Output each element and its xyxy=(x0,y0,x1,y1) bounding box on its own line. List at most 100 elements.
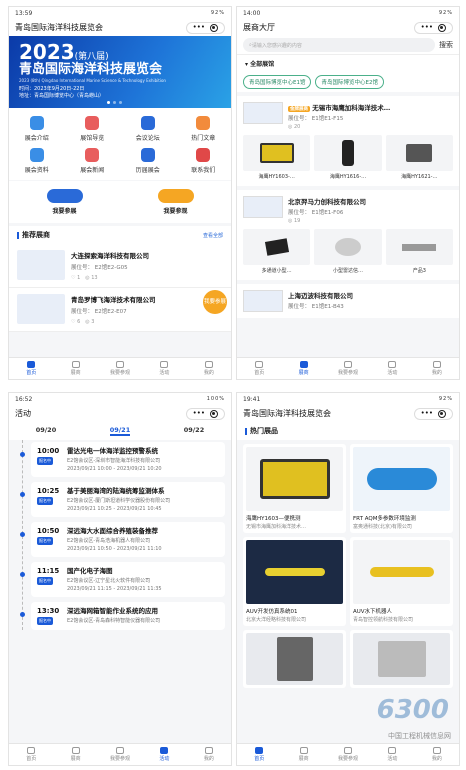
product-card[interactable] xyxy=(243,630,346,688)
float-exhibit-button[interactable]: 我要参展 xyxy=(203,290,227,314)
menu-forum[interactable]: 会议论坛 xyxy=(120,116,176,142)
page-title: 活动 xyxy=(15,409,31,418)
product-card[interactable]: 海鹰HY1603—便携测 无锡市海鹰加科海洋技术… xyxy=(243,444,346,533)
menu-articles[interactable]: 热门文章 xyxy=(176,116,232,142)
exhibitor-item[interactable]: 上海迈波科技有限公司 展位号： E1馆E1-B43 xyxy=(237,284,459,318)
product-thumb[interactable]: 产品3 xyxy=(385,229,453,274)
register-bar: 我要参展 我要参观 xyxy=(9,181,231,223)
product-card[interactable]: FRT AQM多参数环境监测 富奥通科技(北京)有限公司 xyxy=(350,444,453,533)
miniapp-capsule[interactable]: ••• xyxy=(413,21,453,34)
nav-exhibitors[interactable]: 展商 xyxy=(281,358,325,379)
more-icon[interactable]: ••• xyxy=(193,410,205,417)
event-item[interactable]: 13:30 报名中 深远海网箱智能作业系统的应用 E2馆会议区-青岛森科特智能仪器有限… xyxy=(20,602,225,630)
product-name: 海鹰HY1603—便携测 xyxy=(246,516,301,522)
docs-icon xyxy=(29,148,44,162)
events-icon xyxy=(388,747,397,754)
event-item[interactable]: 10:50 报名中 深远海大水面综合养殖装备推荐 E2馆会议区-青岛浩海机器人有限公司… xyxy=(20,522,225,557)
nav-me[interactable]: 我的 xyxy=(187,358,231,379)
menu-history[interactable]: 历届展会 xyxy=(120,148,176,174)
hall-e2[interactable]: 青岛国际博览中心E2馆 xyxy=(315,75,384,89)
date-tab[interactable]: 09/20 xyxy=(36,426,56,436)
banner[interactable]: 2023(第八届) 青岛国际海洋科技展览会 2023 (8th) Qingdao… xyxy=(9,36,231,108)
nav-visit[interactable]: 我要参观 xyxy=(326,744,370,765)
product-image xyxy=(385,229,453,265)
product-thumb[interactable]: 海鹰HY1621-… xyxy=(385,135,453,180)
miniapp-capsule[interactable]: ••• xyxy=(413,407,453,420)
menu-news[interactable]: 展会新闻 xyxy=(65,148,121,174)
miniapp-capsule[interactable]: ••• xyxy=(185,407,225,420)
visit-button[interactable]: 我要参观 xyxy=(157,189,194,215)
menu-contact[interactable]: 联系我们 xyxy=(176,148,232,174)
product-thumb[interactable]: 海鹰HY1616-… xyxy=(314,135,382,180)
company-name: 无锡市海鹰加科海洋技术… xyxy=(312,104,391,112)
miniapp-capsule[interactable]: ••• xyxy=(185,21,225,34)
close-icon[interactable] xyxy=(438,23,446,32)
close-icon[interactable] xyxy=(210,409,218,418)
nav-exhibitors[interactable]: 展商 xyxy=(281,744,325,765)
hall-filter[interactable]: ▾ 全部展馆 xyxy=(237,54,459,72)
nav-events[interactable]: 活动 xyxy=(370,744,414,765)
nav-visit[interactable]: 我要参观 xyxy=(98,358,142,379)
exhibit-button[interactable]: 我要参展 xyxy=(46,189,83,215)
app-header: 展商大厅 ••• xyxy=(237,19,459,36)
close-icon[interactable] xyxy=(210,23,218,32)
event-title: 基于美丽海湾的陆海统筹监测体系 xyxy=(67,487,165,495)
company-logo xyxy=(17,250,65,280)
nav-exhibitors[interactable]: 展商 xyxy=(53,358,97,379)
hall-e1[interactable]: 青岛国际博览中心E1馆 xyxy=(243,75,312,89)
search-input[interactable]: ⌕ 请输入您感兴趣的内容 xyxy=(243,38,435,52)
nav-visit[interactable]: 我要参观 xyxy=(98,744,142,765)
nav-events[interactable]: 活动 xyxy=(142,358,186,379)
nav-events[interactable]: 活动 xyxy=(370,358,414,379)
nav-home[interactable]: 首页 xyxy=(237,744,281,765)
nav-home[interactable]: 首页 xyxy=(9,358,53,379)
more-icon[interactable]: ••• xyxy=(193,24,205,31)
nav-me[interactable]: 我的 xyxy=(415,358,459,379)
search-button[interactable]: 搜索 xyxy=(439,40,453,50)
nav-home[interactable]: 首页 xyxy=(237,358,281,379)
exhibitor-card[interactable]: 青岛罗博飞海洋技术有限公司 展位号： E2馆E2-E07 ♡ 6 ◎ 3 我要参展 xyxy=(9,288,231,332)
nav-visit[interactable]: 我要参观 xyxy=(326,358,370,379)
date-tabs: 09/20 09/21 09/22 xyxy=(9,422,231,440)
company-name: 大连探索海洋科技有限公司 xyxy=(71,252,149,260)
nav-events[interactable]: 活动 xyxy=(142,744,186,765)
event-item[interactable]: 11:15 报名中 国产化电子海图 E2馆会议区-辽宁星北火软件有限公司 2023/09… xyxy=(20,562,225,597)
event-location: E2馆会议区-辽宁星北火软件有限公司 xyxy=(67,578,151,584)
visit-icon xyxy=(116,747,125,754)
date-tab-active[interactable]: 09/21 xyxy=(109,426,131,436)
home-icon xyxy=(255,747,264,754)
menu-intro[interactable]: 展会介绍 xyxy=(9,116,65,142)
exhibitor-card[interactable]: 大连探索海洋科技有限公司 展位号： E2馆E2-G05 ♡ 1 ◎ 13 xyxy=(9,244,231,288)
product-card[interactable]: AUV开发仿真系统01 北京大洋经略科技有限公司 xyxy=(243,537,346,626)
more-icon[interactable]: ••• xyxy=(421,24,433,31)
events-screen: 16:52 100% 活动 ••• 09/20 09/21 09/22 10:00 报名中… xyxy=(8,392,232,766)
status-bar: 19:41 92% xyxy=(237,393,459,405)
nav-me[interactable]: 我的 xyxy=(415,744,459,765)
exhibitor-item[interactable]: 金牌展商 无锡市海鹰加科海洋技术… 展位号： E1馆E1-F15 ◎ 20 海鹰HY… xyxy=(237,96,459,186)
more-icon[interactable]: ••• xyxy=(421,410,433,417)
date-tab[interactable]: 09/22 xyxy=(184,426,204,436)
nav-exhibitors[interactable]: 展商 xyxy=(53,744,97,765)
nav-me[interactable]: 我的 xyxy=(187,744,231,765)
battery: 92% xyxy=(438,396,453,402)
close-icon[interactable] xyxy=(438,409,446,418)
user-icon xyxy=(204,361,213,368)
battery: 92% xyxy=(438,10,453,16)
view-all-link[interactable]: 查看全部 xyxy=(203,232,223,239)
menu-guide[interactable]: 展馆导览 xyxy=(65,116,121,142)
exhibitor-item[interactable]: 北京羿马力创科技有限公司 展位号： E1馆E1-F06 ◎ 19 多通道小型… 小型… xyxy=(237,190,459,280)
menu-docs[interactable]: 展会资料 xyxy=(9,148,65,174)
nav-home[interactable]: 首页 xyxy=(9,744,53,765)
product-card[interactable] xyxy=(350,630,453,688)
gold-badge: 金牌展商 xyxy=(288,106,310,112)
battery: 100% xyxy=(206,396,225,402)
booth-number: 展位号： E2馆E2-G05 xyxy=(71,265,128,271)
booth-number: 展位号： E1馆E1-B43 xyxy=(288,304,344,310)
event-item[interactable]: 10:25 报名中 基于美丽海湾的陆海统筹监测体系 E2馆会议区-厦门斯坦道科学仪器股… xyxy=(20,482,225,517)
event-item[interactable]: 10:00 报名中 雷达光电一体海洋监控预警系统 E2馆会议区-深圳市智能海洋科技有限… xyxy=(20,442,225,477)
product-card[interactable]: AUV水下机器人 青岛智控领航科技有限公司 xyxy=(350,537,453,626)
product-thumb[interactable]: 海鹰HY1603-… xyxy=(243,135,311,180)
product-thumb[interactable]: 多通道小型… xyxy=(243,229,311,274)
product-thumb[interactable]: 小型雷达信… xyxy=(314,229,382,274)
product-image xyxy=(243,229,311,265)
